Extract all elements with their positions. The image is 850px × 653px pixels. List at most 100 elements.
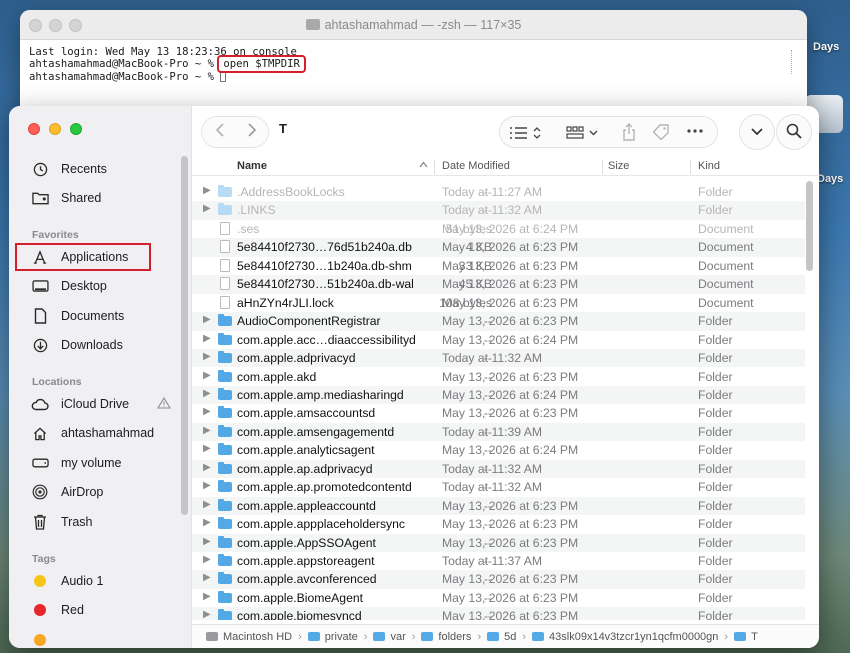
table-row[interactable]: 5e84410f2730…51b240a.db-wal May 13, 2026 … xyxy=(192,275,805,294)
file-size: -- xyxy=(483,461,492,476)
disclosure-chevron-icon[interactable]: ▶ xyxy=(203,314,211,325)
column-name[interactable]: Name xyxy=(237,160,267,172)
disclosure-chevron-icon[interactable]: ▶ xyxy=(203,609,211,620)
table-row[interactable]: ▶ com.apple.amp.mediasharingd May 13, 2026… xyxy=(192,385,805,405)
table-row[interactable]: ▶ com.apple.appplaceholdersync May 13, 202… xyxy=(192,515,805,533)
sort-ascending-icon[interactable] xyxy=(419,159,428,171)
table-row[interactable]: ▶ com.apple.adprivacyd Today at 11:32 AM --… xyxy=(192,349,805,368)
sidebar-scrollbar[interactable] xyxy=(181,156,188,515)
sidebar-item-icloud-drive[interactable]: iCloud Drive xyxy=(23,391,183,417)
table-row[interactable]: ▶ com.apple.AppSSOAgent May 13, 2026 at 6:… xyxy=(192,533,805,552)
folder-icon xyxy=(734,632,747,641)
list-view-icon[interactable] xyxy=(509,126,543,143)
sidebar-item-downloads[interactable]: Downloads xyxy=(23,332,183,358)
table-row[interactable]: ▶ com.apple.acc…diaaccessibilityd May 13, … xyxy=(192,331,805,349)
path-bar-item[interactable]: Macintosh HD xyxy=(206,631,292,643)
table-row[interactable]: ▶ com.apple.amsaccountsd May 13, 2026 at 6… xyxy=(192,404,805,422)
disclosure-chevron-icon[interactable]: ▶ xyxy=(203,388,211,399)
sidebar-item-my-volume[interactable]: my volume xyxy=(23,450,183,476)
disclosure-chevron-icon[interactable]: ▶ xyxy=(203,443,211,454)
table-row[interactable]: aHnZYn4rJLI.lock May 13, 2026 at 6:23 PM 1… xyxy=(192,294,805,312)
share-icon[interactable] xyxy=(622,123,636,144)
terminal-scrollbar[interactable] xyxy=(791,50,793,74)
finder-window[interactable]: Recents Shared Favorites Applications De… xyxy=(9,106,819,648)
disclosure-chevron-icon[interactable]: ▶ xyxy=(203,333,211,344)
table-row[interactable]: ▶ com.apple.amsengagementd Today at 11:39 … xyxy=(192,422,805,442)
table-row[interactable]: ▶ com.apple.akd May 13, 2026 at 6:23 PM -- F… xyxy=(192,368,805,386)
disclosure-chevron-icon[interactable]: ▶ xyxy=(203,499,211,510)
table-row[interactable]: ▶ AudioComponentRegistrar May 13, 2026 at … xyxy=(192,312,805,331)
table-row[interactable]: ▶ com.apple.ap.adprivacyd Today at 11:32 A… xyxy=(192,459,805,479)
disclosure-chevron-icon[interactable]: ▶ xyxy=(203,370,211,381)
column-size[interactable]: Size xyxy=(608,160,629,172)
disclosure-chevron-icon[interactable]: ▶ xyxy=(203,517,211,528)
table-row[interactable]: ▶ com.apple.avconferenced May 13, 2026 at … xyxy=(192,570,805,589)
disclosure-chevron-icon[interactable]: ▶ xyxy=(203,406,211,417)
path-bar-item[interactable]: folders xyxy=(421,631,471,643)
disclosure-chevron-icon[interactable]: ▶ xyxy=(203,554,211,565)
file-list-scrollbar[interactable] xyxy=(806,181,813,271)
table-row[interactable]: ▶ com.apple.appleaccountd May 13, 2026 at … xyxy=(192,496,805,516)
terminal-titlebar[interactable]: ahtashamahmad — -zsh — 117×35 xyxy=(20,10,807,40)
sidebar-item-recents[interactable]: Recents xyxy=(23,156,183,182)
disclosure-chevron-icon[interactable]: ▶ xyxy=(203,572,211,583)
group-by-icon[interactable] xyxy=(566,126,600,143)
table-row[interactable]: ▶ .LINKS Today at 11:32 AM -- Folder xyxy=(192,201,805,220)
disclosure-chevron-icon[interactable]: ▶ xyxy=(203,185,211,196)
disclosure-chevron-icon[interactable]: ▶ xyxy=(203,425,211,436)
path-bar-item[interactable]: private xyxy=(307,631,358,643)
sidebar-item-shared[interactable]: Shared xyxy=(23,185,183,211)
tag-icon[interactable] xyxy=(652,124,670,143)
forward-button[interactable] xyxy=(240,122,264,143)
file-size: -- xyxy=(483,572,492,587)
disclosure-chevron-icon[interactable]: ▶ xyxy=(203,203,211,214)
disclosure-chevron-icon[interactable]: ▶ xyxy=(203,480,211,491)
table-row[interactable]: ▶ com.apple.biomesyncd May 13, 2026 at 6:2… xyxy=(192,607,805,620)
sidebar-item-airdrop[interactable]: AirDrop xyxy=(23,479,183,505)
prompt: ahtashamahmad@MacBook-Pro ~ % xyxy=(29,58,221,71)
expand-toolbar-button[interactable] xyxy=(739,114,775,150)
back-button[interactable] xyxy=(208,122,232,143)
zoom-button[interactable] xyxy=(70,123,82,135)
folder-icon xyxy=(218,609,232,620)
sidebar-item-applications[interactable]: Applications xyxy=(15,243,151,271)
disclosure-chevron-icon[interactable]: ▶ xyxy=(203,536,211,547)
locations-heading: Locations xyxy=(32,376,82,388)
column-kind[interactable]: Kind xyxy=(698,160,720,172)
file-size: 4 KB xyxy=(465,240,492,255)
column-date-modified[interactable]: Date Modified xyxy=(442,160,510,172)
table-row[interactable]: ▶ com.apple.analyticsagent May 13, 2026 at… xyxy=(192,441,805,459)
table-row[interactable]: ▶ com.apple.appstoreagent Today at 11:37 A… xyxy=(192,552,805,570)
sidebar-tag-audio-1[interactable]: Audio 1 xyxy=(23,568,183,594)
path-bar-item[interactable]: var xyxy=(373,631,406,643)
disclosure-chevron-icon[interactable]: ▶ xyxy=(203,591,211,602)
file-list[interactable]: ▶ .AddressBookLocks Today at 11:27 AM -- Fol… xyxy=(192,183,805,620)
path-bar-item[interactable]: 5d xyxy=(487,631,516,643)
sidebar-item-home[interactable]: ahtashamahmad xyxy=(23,420,183,446)
disclosure-chevron-icon[interactable]: ▶ xyxy=(203,351,211,362)
table-row[interactable]: ▶ com.apple.ap.promotedcontentd Today at 1… xyxy=(192,478,805,496)
disclosure-chevron-icon[interactable]: ▶ xyxy=(203,462,211,473)
file-kind: Document xyxy=(698,240,754,255)
file-kind: Folder xyxy=(698,590,733,605)
sidebar-item-documents[interactable]: Documents xyxy=(23,303,183,329)
sidebar-item-desktop[interactable]: Desktop xyxy=(23,273,183,299)
more-icon[interactable] xyxy=(686,123,704,144)
terminal-output[interactable]: Last login: Wed May 13 18:23:36 on conso… xyxy=(20,40,807,83)
path-bar-item[interactable]: 43slk09x14v3tzcr1yn1qcfm0000gn xyxy=(532,631,718,643)
table-row[interactable]: 5e84410f2730…1b240a.db-shm May 13, 2026 a… xyxy=(192,257,805,275)
table-row[interactable]: .ses May 13, 2026 at 6:24 PM 51 bytes Docum… xyxy=(192,220,805,238)
close-button[interactable] xyxy=(28,123,40,135)
sidebar-tag-red[interactable]: Red xyxy=(23,597,183,623)
minimize-button[interactable] xyxy=(49,123,61,135)
path-bar-item[interactable]: T xyxy=(734,631,758,643)
table-row[interactable]: ▶ .AddressBookLocks Today at 11:27 AM -- Fol… xyxy=(192,183,805,201)
file-kind: Folder xyxy=(698,517,733,532)
table-row[interactable]: ▶ com.apple.BiomeAgent May 13, 2026 at 6:2… xyxy=(192,589,805,607)
date-modified: May 13, 2026 at 6:23 PM xyxy=(442,240,579,255)
sidebar-tag-partial[interactable] xyxy=(23,627,183,648)
search-button[interactable] xyxy=(776,114,812,150)
drive-icon xyxy=(27,457,53,469)
sidebar-item-trash[interactable]: Trash xyxy=(23,509,183,535)
table-row[interactable]: 5e84410f2730…76d51b240a.db May 13, 2026 a… xyxy=(192,238,805,257)
